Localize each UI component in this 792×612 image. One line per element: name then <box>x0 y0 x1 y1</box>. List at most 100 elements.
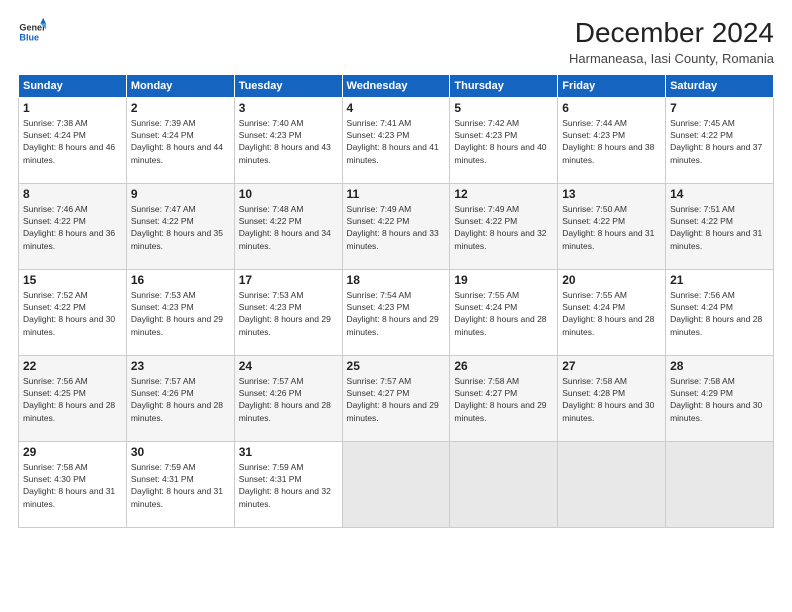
day-info: Sunrise: 7:53 AM Sunset: 4:23 PM Dayligh… <box>131 289 230 338</box>
calendar-cell: 28 Sunrise: 7:58 AM Sunset: 4:29 PM Dayl… <box>666 355 774 441</box>
calendar-cell: 30 Sunrise: 7:59 AM Sunset: 4:31 PM Dayl… <box>126 441 234 527</box>
page: General Blue December 2024 Harmaneasa, I… <box>0 0 792 612</box>
calendar-cell: 26 Sunrise: 7:58 AM Sunset: 4:27 PM Dayl… <box>450 355 558 441</box>
calendar-cell: 29 Sunrise: 7:58 AM Sunset: 4:30 PM Dayl… <box>19 441 127 527</box>
day-info: Sunrise: 7:39 AM Sunset: 4:24 PM Dayligh… <box>131 117 230 166</box>
day-info: Sunrise: 7:50 AM Sunset: 4:22 PM Dayligh… <box>562 203 661 252</box>
title-block: December 2024 Harmaneasa, Iasi County, R… <box>569 18 774 66</box>
col-thursday: Thursday <box>450 74 558 97</box>
day-number: 27 <box>562 359 661 373</box>
day-number: 7 <box>670 101 769 115</box>
day-number: 19 <box>454 273 553 287</box>
day-info: Sunrise: 7:56 AM Sunset: 4:25 PM Dayligh… <box>23 375 122 424</box>
day-info: Sunrise: 7:48 AM Sunset: 4:22 PM Dayligh… <box>239 203 338 252</box>
calendar-cell <box>666 441 774 527</box>
calendar-cell: 9 Sunrise: 7:47 AM Sunset: 4:22 PM Dayli… <box>126 183 234 269</box>
calendar-cell: 10 Sunrise: 7:48 AM Sunset: 4:22 PM Dayl… <box>234 183 342 269</box>
day-number: 15 <box>23 273 122 287</box>
day-info: Sunrise: 7:41 AM Sunset: 4:23 PM Dayligh… <box>347 117 446 166</box>
day-number: 2 <box>131 101 230 115</box>
day-number: 10 <box>239 187 338 201</box>
day-info: Sunrise: 7:55 AM Sunset: 4:24 PM Dayligh… <box>562 289 661 338</box>
day-number: 14 <box>670 187 769 201</box>
day-number: 22 <box>23 359 122 373</box>
calendar-cell: 19 Sunrise: 7:55 AM Sunset: 4:24 PM Dayl… <box>450 269 558 355</box>
calendar-cell: 2 Sunrise: 7:39 AM Sunset: 4:24 PM Dayli… <box>126 97 234 183</box>
day-number: 5 <box>454 101 553 115</box>
day-info: Sunrise: 7:59 AM Sunset: 4:31 PM Dayligh… <box>131 461 230 510</box>
day-number: 23 <box>131 359 230 373</box>
col-tuesday: Tuesday <box>234 74 342 97</box>
day-number: 25 <box>347 359 446 373</box>
col-friday: Friday <box>558 74 666 97</box>
calendar-cell <box>450 441 558 527</box>
day-info: Sunrise: 7:56 AM Sunset: 4:24 PM Dayligh… <box>670 289 769 338</box>
calendar-cell: 21 Sunrise: 7:56 AM Sunset: 4:24 PM Dayl… <box>666 269 774 355</box>
calendar-cell: 1 Sunrise: 7:38 AM Sunset: 4:24 PM Dayli… <box>19 97 127 183</box>
day-number: 12 <box>454 187 553 201</box>
calendar-cell: 24 Sunrise: 7:57 AM Sunset: 4:26 PM Dayl… <box>234 355 342 441</box>
calendar-week-4: 22 Sunrise: 7:56 AM Sunset: 4:25 PM Dayl… <box>19 355 774 441</box>
calendar-cell: 25 Sunrise: 7:57 AM Sunset: 4:27 PM Dayl… <box>342 355 450 441</box>
calendar-cell: 3 Sunrise: 7:40 AM Sunset: 4:23 PM Dayli… <box>234 97 342 183</box>
day-number: 9 <box>131 187 230 201</box>
day-info: Sunrise: 7:55 AM Sunset: 4:24 PM Dayligh… <box>454 289 553 338</box>
day-info: Sunrise: 7:49 AM Sunset: 4:22 PM Dayligh… <box>454 203 553 252</box>
main-title: December 2024 <box>569 18 774 49</box>
col-wednesday: Wednesday <box>342 74 450 97</box>
day-info: Sunrise: 7:58 AM Sunset: 4:30 PM Dayligh… <box>23 461 122 510</box>
calendar-cell: 16 Sunrise: 7:53 AM Sunset: 4:23 PM Dayl… <box>126 269 234 355</box>
col-monday: Monday <box>126 74 234 97</box>
calendar-cell: 11 Sunrise: 7:49 AM Sunset: 4:22 PM Dayl… <box>342 183 450 269</box>
calendar-cell: 17 Sunrise: 7:53 AM Sunset: 4:23 PM Dayl… <box>234 269 342 355</box>
logo: General Blue <box>18 18 46 46</box>
calendar-week-5: 29 Sunrise: 7:58 AM Sunset: 4:30 PM Dayl… <box>19 441 774 527</box>
calendar-cell: 7 Sunrise: 7:45 AM Sunset: 4:22 PM Dayli… <box>666 97 774 183</box>
calendar-cell: 22 Sunrise: 7:56 AM Sunset: 4:25 PM Dayl… <box>19 355 127 441</box>
calendar-cell: 18 Sunrise: 7:54 AM Sunset: 4:23 PM Dayl… <box>342 269 450 355</box>
day-info: Sunrise: 7:59 AM Sunset: 4:31 PM Dayligh… <box>239 461 338 510</box>
svg-text:Blue: Blue <box>19 32 39 42</box>
calendar-cell: 12 Sunrise: 7:49 AM Sunset: 4:22 PM Dayl… <box>450 183 558 269</box>
calendar-week-3: 15 Sunrise: 7:52 AM Sunset: 4:22 PM Dayl… <box>19 269 774 355</box>
day-info: Sunrise: 7:53 AM Sunset: 4:23 PM Dayligh… <box>239 289 338 338</box>
calendar-cell <box>558 441 666 527</box>
day-number: 16 <box>131 273 230 287</box>
day-number: 18 <box>347 273 446 287</box>
day-number: 31 <box>239 445 338 459</box>
day-number: 29 <box>23 445 122 459</box>
day-info: Sunrise: 7:58 AM Sunset: 4:28 PM Dayligh… <box>562 375 661 424</box>
calendar-cell: 31 Sunrise: 7:59 AM Sunset: 4:31 PM Dayl… <box>234 441 342 527</box>
calendar-cell: 13 Sunrise: 7:50 AM Sunset: 4:22 PM Dayl… <box>558 183 666 269</box>
calendar-cell: 20 Sunrise: 7:55 AM Sunset: 4:24 PM Dayl… <box>558 269 666 355</box>
header: General Blue December 2024 Harmaneasa, I… <box>18 18 774 66</box>
col-sunday: Sunday <box>19 74 127 97</box>
calendar-table: Sunday Monday Tuesday Wednesday Thursday… <box>18 74 774 528</box>
day-number: 28 <box>670 359 769 373</box>
calendar-cell: 27 Sunrise: 7:58 AM Sunset: 4:28 PM Dayl… <box>558 355 666 441</box>
day-number: 17 <box>239 273 338 287</box>
day-info: Sunrise: 7:58 AM Sunset: 4:27 PM Dayligh… <box>454 375 553 424</box>
col-saturday: Saturday <box>666 74 774 97</box>
day-info: Sunrise: 7:57 AM Sunset: 4:26 PM Dayligh… <box>239 375 338 424</box>
day-info: Sunrise: 7:51 AM Sunset: 4:22 PM Dayligh… <box>670 203 769 252</box>
logo-icon: General Blue <box>18 18 46 46</box>
day-number: 20 <box>562 273 661 287</box>
calendar-cell <box>342 441 450 527</box>
day-info: Sunrise: 7:40 AM Sunset: 4:23 PM Dayligh… <box>239 117 338 166</box>
day-info: Sunrise: 7:54 AM Sunset: 4:23 PM Dayligh… <box>347 289 446 338</box>
calendar-week-2: 8 Sunrise: 7:46 AM Sunset: 4:22 PM Dayli… <box>19 183 774 269</box>
day-number: 11 <box>347 187 446 201</box>
day-number: 24 <box>239 359 338 373</box>
day-info: Sunrise: 7:49 AM Sunset: 4:22 PM Dayligh… <box>347 203 446 252</box>
day-info: Sunrise: 7:45 AM Sunset: 4:22 PM Dayligh… <box>670 117 769 166</box>
day-info: Sunrise: 7:58 AM Sunset: 4:29 PM Dayligh… <box>670 375 769 424</box>
day-info: Sunrise: 7:44 AM Sunset: 4:23 PM Dayligh… <box>562 117 661 166</box>
day-number: 3 <box>239 101 338 115</box>
calendar-cell: 8 Sunrise: 7:46 AM Sunset: 4:22 PM Dayli… <box>19 183 127 269</box>
day-info: Sunrise: 7:57 AM Sunset: 4:26 PM Dayligh… <box>131 375 230 424</box>
day-info: Sunrise: 7:47 AM Sunset: 4:22 PM Dayligh… <box>131 203 230 252</box>
day-info: Sunrise: 7:52 AM Sunset: 4:22 PM Dayligh… <box>23 289 122 338</box>
day-number: 4 <box>347 101 446 115</box>
calendar-cell: 4 Sunrise: 7:41 AM Sunset: 4:23 PM Dayli… <box>342 97 450 183</box>
